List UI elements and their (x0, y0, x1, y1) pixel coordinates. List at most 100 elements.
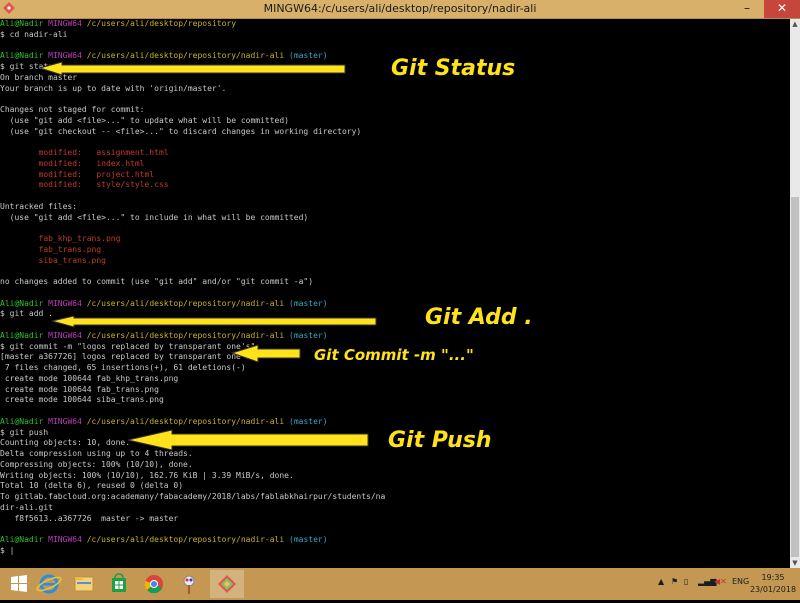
terminal-text: (master) (289, 535, 328, 544)
tray-network-icon[interactable]: ▯ (684, 577, 688, 586)
windows-logo-icon (11, 575, 27, 592)
terminal-text: no changes added to commit (use "git add… (0, 277, 314, 286)
minimize-button[interactable]: – (736, 0, 758, 18)
terminal-text: modified: style/style.css (0, 180, 169, 190)
terminal-text: $ git push (0, 427, 49, 437)
terminal-line: create mode 100644 siba_trans.png (0, 395, 790, 406)
terminal-text: modified: index.html (0, 158, 145, 168)
terminal-line: Ali@Nadir MINGW64 /c/users/ali/desktop/r… (0, 331, 790, 342)
annotation-git-status: Git Status (391, 56, 516, 81)
terminal-line: (use "git add <file>..." to include in w… (0, 213, 790, 224)
terminal-text: Ali@Nadir (0, 535, 49, 544)
terminal-text: /c/users/ali/desktop/repository/nadir-al… (86, 330, 289, 340)
terminal-text: create mode 100644 fab_trans.png (0, 384, 159, 394)
terminal-text: create mode 100644 siba_trans.png (0, 395, 164, 405)
annotation-git-push: Git Push (388, 428, 492, 453)
terminal-line: Ali@Nadir MINGW64 /c/users/ali/desktop/r… (0, 299, 790, 310)
terminal-line: Untracked files: (0, 202, 790, 213)
terminal-text: MINGW64 (48, 19, 87, 28)
annotation-git-add: Git Add . (425, 305, 533, 330)
taskbar-paint-button[interactable] (172, 570, 206, 598)
terminal-text: Ali@Nadir (0, 298, 49, 308)
terminal-line: f8f5613..a367726 master -> master (0, 514, 790, 525)
terminal-text: modified: assignment.html (0, 148, 169, 157)
terminal-line: (use "git checkout -- <file>..." to disc… (0, 127, 790, 138)
terminal-window: MINGW64:/c/users/ali/desktop/repository/… (0, 0, 800, 568)
terminal-text: To gitlab.fabcloud.org:academany/fabacad… (0, 492, 386, 501)
scroll-down-icon[interactable]: ▼ (790, 558, 800, 568)
terminal-text: MINGW64 (48, 416, 87, 426)
terminal-text: Ali@Nadir (0, 416, 49, 426)
terminal-text: On branch master (0, 72, 78, 82)
terminal-text: /c/users/ali/desktop/repository/nadir-al… (86, 416, 289, 426)
terminal-text: [master a367726] logos replaced by trans… (0, 352, 251, 362)
taskbar-explorer-button[interactable] (67, 570, 101, 598)
terminal-line: modified: project.html (0, 170, 790, 181)
terminal-text: (master) (289, 51, 328, 61)
annotation-git-commit: Git Commit -m "..." (314, 346, 474, 364)
terminal-text: $ | (0, 545, 15, 555)
terminal-text: $ git commit -m "logos replaced by trans… (0, 341, 256, 351)
terminal-text: Changes not staged for commit: (0, 105, 145, 114)
terminal-line: Total 10 (delta 6), reused 0 (delta 0) (0, 481, 790, 492)
chrome-icon (144, 575, 163, 594)
vertical-scrollbar[interactable]: ▲ ▼ (790, 19, 800, 568)
terminal-text: 7 files changed, 65 insertions(+), 61 de… (0, 363, 246, 372)
tray-up-chevron-icon[interactable]: ▲ (658, 577, 664, 586)
terminal-text: MINGW64 (48, 298, 87, 308)
terminal-line: no changes added to commit (use "git add… (0, 277, 790, 288)
taskbar-ie-button[interactable] (32, 570, 66, 598)
terminal-line: fab_khp_trans.png (0, 234, 790, 245)
scrollbar-thumb[interactable] (791, 197, 799, 557)
terminal-text: (master) (289, 298, 328, 308)
terminal-text: siba_trans.png (0, 255, 106, 265)
tray-flag-icon[interactable]: ⚑ (671, 577, 678, 586)
terminal-text: Ali@Nadir (0, 330, 49, 340)
terminal-line: Compressing objects: 100% (10/10), done. (0, 460, 790, 471)
terminal-text: Counting objects: 10, done. (0, 438, 131, 448)
terminal-text: fab_trans.png (0, 244, 102, 254)
store-icon (112, 573, 126, 592)
taskbar: ▲ ⚑ ▯ ▂▄▆ ◀✕ ENG 19:35 23/01/2018 (0, 568, 800, 600)
taskbar-chrome-button[interactable] (137, 570, 171, 598)
terminal-line: Ali@Nadir MINGW64 /c/users/ali/desktop/r… (0, 417, 790, 428)
terminal-text: /c/users/ali/desktop/repository/nadir-al… (86, 51, 289, 61)
clock-date: 23/01/2018 (749, 585, 797, 594)
terminal-text: /c/users/ali/desktop/repository/nadir-al… (86, 535, 289, 544)
terminal-text: Compressing objects: 100% (10/10), done. (0, 459, 193, 469)
terminal-line: $ git add . (0, 309, 790, 320)
terminal-line: modified: index.html (0, 159, 790, 170)
title-bar[interactable]: MINGW64:/c/users/ali/desktop/repository/… (0, 0, 800, 19)
scroll-up-icon[interactable]: ▲ (790, 19, 800, 29)
internet-explorer-icon (36, 574, 62, 594)
taskbar-store-button[interactable] (102, 570, 136, 598)
terminal-line: modified: style/style.css (0, 180, 790, 191)
terminal-text: dir-ali.git (0, 502, 53, 512)
close-button[interactable]: ✕ (764, 0, 800, 18)
terminal-line: create mode 100644 fab_trans.png (0, 385, 790, 396)
terminal-text: Untracked files: (0, 201, 78, 211)
start-button[interactable] (2, 570, 36, 598)
terminal-text: (use "git add <file>..." to include in w… (0, 212, 309, 222)
terminal-line: 7 files changed, 65 insertions(+), 61 de… (0, 363, 790, 374)
tray-volume-icon[interactable]: ◀✕ (714, 577, 727, 586)
terminal-line: Writing objects: 100% (10/10), 162.76 Ki… (0, 471, 790, 482)
terminal-output[interactable]: Ali@Nadir MINGW64 /c/users/ali/desktop/r… (0, 19, 790, 568)
terminal-line: create mode 100644 fab_khp_trans.png (0, 374, 790, 385)
terminal-text: $ cd nadir-ali (0, 29, 68, 39)
terminal-text: MINGW64 (48, 330, 87, 340)
git-bash-icon (218, 575, 236, 593)
terminal-text: $ git status (0, 62, 58, 71)
taskbar-clock[interactable]: 19:35 23/01/2018 (748, 572, 798, 596)
tray-language[interactable]: ENG (732, 577, 749, 586)
file-explorer-icon (74, 576, 94, 592)
taskbar-gitbash-button[interactable] (210, 570, 244, 598)
